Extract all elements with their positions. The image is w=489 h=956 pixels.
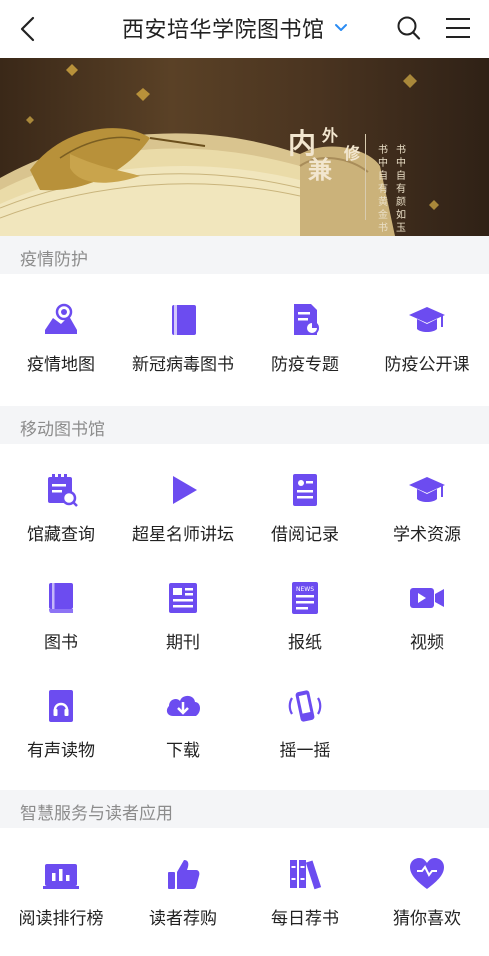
cloud-download-icon bbox=[166, 695, 201, 716]
item-label: 有声读物 bbox=[27, 741, 95, 761]
chevron-down-icon bbox=[334, 24, 347, 31]
item-label: 学术资源 bbox=[393, 525, 461, 545]
banner-seal-char: 修 bbox=[344, 144, 361, 163]
item-label: 图书 bbox=[44, 633, 78, 653]
library-selector[interactable]: 西安培华学院图书馆 bbox=[122, 12, 349, 44]
top-nav-bar: 西安培华学院图书馆 bbox=[0, 0, 489, 58]
thumbs-up-icon bbox=[168, 860, 200, 889]
item-label: 每日荐书 bbox=[271, 909, 339, 929]
heart-icon bbox=[410, 858, 444, 889]
banner-poem-line: 书中自有黄金书 bbox=[378, 145, 388, 234]
daily-book-button[interactable]: 每日荐书 bbox=[244, 856, 366, 929]
item-label: 馆藏查询 bbox=[27, 525, 95, 545]
item-label: 新冠病毒图书 bbox=[132, 355, 234, 375]
item-label: 疫情地图 bbox=[27, 355, 95, 375]
graduation-cap-icon bbox=[409, 477, 445, 502]
svg-text:NEWS: NEWS bbox=[296, 586, 314, 593]
item-label: 读者荐购 bbox=[149, 909, 217, 929]
covid-books-button[interactable]: 新冠病毒图书 bbox=[122, 302, 244, 375]
item-label: 防疫专题 bbox=[271, 355, 339, 375]
item-label: 超星名师讲坛 bbox=[132, 525, 234, 545]
item-label: 借阅记录 bbox=[271, 525, 339, 545]
section-title: 智慧服务与读者应用 bbox=[20, 804, 173, 824]
academic-resources-button[interactable]: 学术资源 bbox=[366, 472, 488, 545]
section-header-mobile-library: 移动图书馆 bbox=[0, 406, 489, 444]
shake-button[interactable]: 摇一摇 bbox=[244, 688, 366, 761]
item-label: 摇一摇 bbox=[279, 741, 331, 761]
item-label: 报纸 bbox=[288, 633, 322, 653]
catalog-search-icon bbox=[48, 474, 78, 507]
epidemic-open-course-button[interactable]: 防疫公开课 bbox=[366, 302, 488, 375]
reader-recommend-button[interactable]: 读者荐购 bbox=[122, 856, 244, 929]
item-label: 猜你喜欢 bbox=[393, 909, 461, 929]
catalog-search-button[interactable]: 馆藏查询 bbox=[0, 472, 122, 545]
newspaper-icon: NEWS bbox=[292, 582, 318, 614]
menu-icon[interactable] bbox=[444, 15, 472, 41]
item-label: 期刊 bbox=[166, 633, 200, 653]
reading-ranking-button[interactable]: 阅读排行榜 bbox=[0, 856, 122, 929]
page-title: 西安培华学院图书馆 bbox=[122, 18, 325, 43]
section-header-smart-services: 智慧服务与读者应用 bbox=[0, 790, 489, 828]
books-button[interactable]: 图书 bbox=[0, 580, 122, 653]
ranking-chart-icon bbox=[43, 864, 79, 889]
banner-poem-line: 书中自有颜如玉 bbox=[396, 145, 406, 234]
banner-artwork bbox=[0, 64, 439, 236]
epidemic-map-button[interactable]: 疫情地图 bbox=[0, 302, 122, 375]
section-header-epidemic: 疫情防护 bbox=[0, 236, 489, 274]
audiobook-icon bbox=[49, 690, 73, 722]
borrow-record-button[interactable]: 借阅记录 bbox=[244, 472, 366, 545]
banner-seal-char: 外 bbox=[322, 126, 339, 145]
item-label: 下载 bbox=[166, 741, 200, 761]
banner-seal-char: 兼 bbox=[308, 155, 332, 184]
audiobooks-button[interactable]: 有声读物 bbox=[0, 688, 122, 761]
videos-button[interactable]: 视频 bbox=[366, 580, 488, 653]
epidemic-topic-button[interactable]: 防疫专题 bbox=[244, 302, 366, 375]
topic-document-icon bbox=[294, 304, 319, 335]
download-button[interactable]: 下载 bbox=[122, 688, 244, 761]
bookshelf-icon bbox=[290, 860, 322, 890]
lecture-button[interactable]: 超星名师讲坛 bbox=[122, 472, 244, 545]
section-title: 疫情防护 bbox=[20, 250, 88, 270]
newspapers-button[interactable]: NEWS 报纸 bbox=[244, 580, 366, 653]
graduation-cap-icon bbox=[409, 307, 445, 332]
section-title: 移动图书馆 bbox=[20, 420, 105, 440]
book-icon bbox=[172, 305, 196, 335]
search-icon[interactable] bbox=[396, 14, 422, 42]
journal-icon bbox=[169, 583, 197, 613]
item-label: 防疫公开课 bbox=[384, 355, 470, 375]
book-icon bbox=[49, 583, 73, 613]
banner-divider bbox=[365, 134, 366, 220]
epidemic-map-icon bbox=[45, 303, 77, 334]
guess-you-like-button[interactable]: 猜你喜欢 bbox=[366, 856, 488, 929]
item-label: 阅读排行榜 bbox=[18, 909, 104, 929]
journals-button[interactable]: 期刊 bbox=[122, 580, 244, 653]
play-icon bbox=[173, 476, 197, 504]
borrow-record-icon bbox=[293, 474, 317, 506]
banner-image[interactable]: 内 外 兼 修 书中自有黄金书 书中自有颜如玉 bbox=[0, 58, 489, 236]
item-label: 视频 bbox=[410, 633, 444, 653]
video-camera-icon bbox=[410, 588, 444, 608]
back-arrow-icon[interactable] bbox=[16, 14, 40, 44]
shake-phone-icon bbox=[288, 690, 322, 722]
